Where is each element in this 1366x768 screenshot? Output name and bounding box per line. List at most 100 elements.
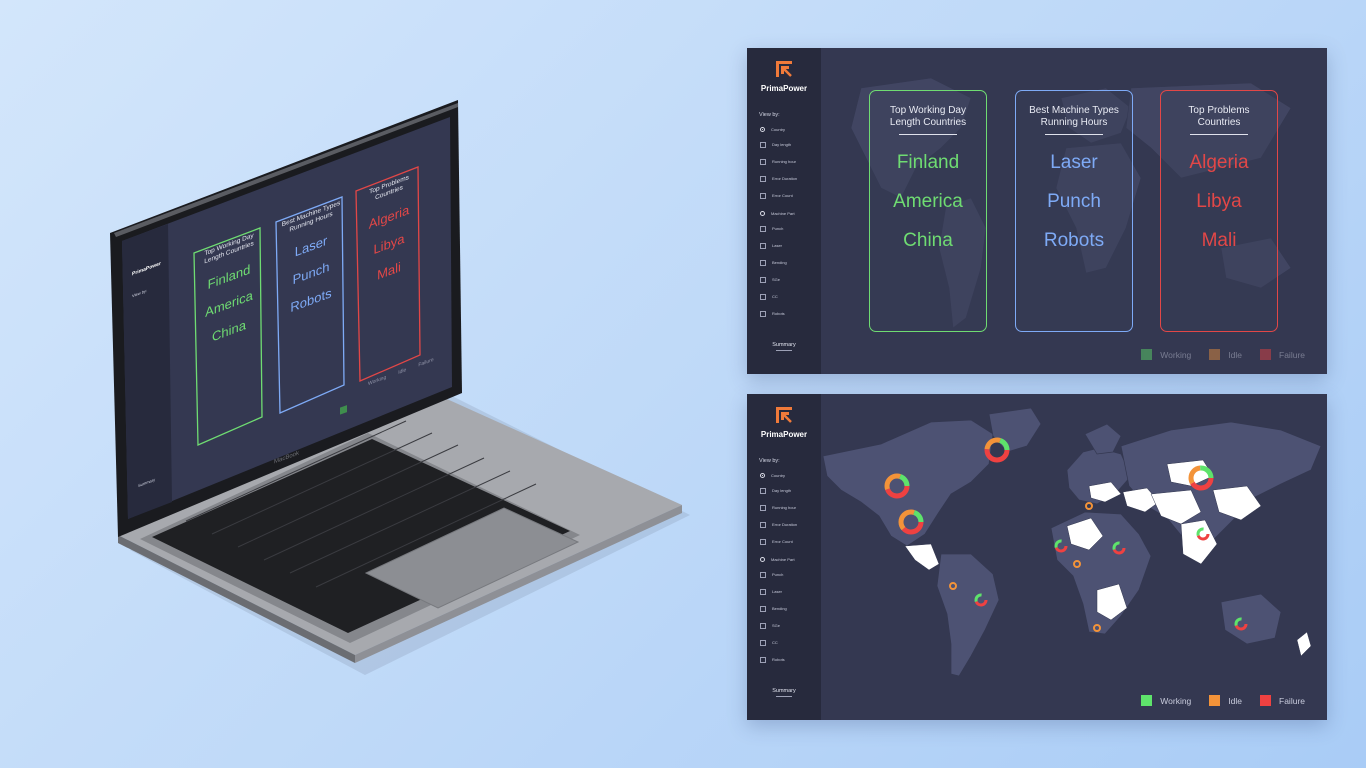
laptop-card-2: Best Machine Types Running Hours Laser Pu…: [278, 198, 344, 320]
summary-link[interactable]: Summary: [747, 342, 821, 351]
option-laser[interactable]: Laser: [760, 242, 782, 249]
card-item: Algeria: [1189, 152, 1249, 173]
legend-idle: Idle: [1209, 349, 1242, 360]
checkbox-icon: [760, 141, 766, 148]
legend-idle: Idle: [1209, 695, 1242, 706]
legend-failure: Failure: [1260, 349, 1305, 360]
card-item: Finland: [896, 152, 960, 173]
checkbox-icon: [760, 538, 766, 545]
option-punch[interactable]: Punch: [760, 225, 783, 232]
card-top-working-day[interactable]: Top Working Day Length Countries Finland …: [869, 90, 987, 332]
region-south-america: [936, 553, 1000, 677]
checkbox-icon: [760, 571, 766, 578]
option-bending[interactable]: Bending: [760, 259, 787, 266]
swatch: [1209, 695, 1221, 706]
radio-icon: [760, 211, 765, 216]
laptop-card-1: Top Working Day Length Countries Finland …: [196, 229, 262, 351]
laptop-screen-brand: PrimaPower: [132, 260, 161, 278]
option-error-duration[interactable]: Error Duration: [760, 175, 797, 182]
dashboard-panel-map: PrimaPower View by: Country Day length R…: [747, 394, 1327, 720]
option-punch[interactable]: Punch: [760, 571, 783, 578]
card-item: America: [893, 191, 963, 212]
dashboard-panel-summary: PrimaPower View by: Country Day length R…: [747, 48, 1327, 374]
brand-name: PrimaPower: [760, 84, 808, 93]
card-divider: [1190, 134, 1248, 135]
option-machine-part[interactable]: Machine Part: [760, 210, 795, 217]
checkbox-icon: [760, 487, 766, 494]
summary-link[interactable]: Summary: [747, 688, 821, 697]
card-item: China: [903, 230, 953, 251]
swatch: [1141, 695, 1153, 706]
option-sge[interactable]: SGe: [760, 622, 780, 629]
checkbox-icon: [760, 656, 766, 663]
option-country[interactable]: Country: [760, 472, 785, 479]
primapower-logo-icon: [776, 407, 792, 423]
checkbox-icon: [760, 639, 766, 646]
checkbox-icon: [760, 588, 766, 595]
radio-icon: [760, 557, 765, 562]
option-running-hour[interactable]: Running hour: [760, 158, 796, 165]
option-running-hour[interactable]: Running hour: [760, 504, 796, 511]
laptop-screen-viewby: View by:: [132, 287, 148, 299]
option-error-count[interactable]: Error Count: [760, 538, 793, 545]
swatch: [1260, 349, 1272, 360]
option-laser[interactable]: Laser: [760, 588, 782, 595]
card-item: Robots: [1043, 230, 1105, 251]
view-by-label: View by:: [759, 112, 780, 118]
option-cc[interactable]: CC: [760, 293, 778, 300]
sidebar: PrimaPower View by: Country Day length R…: [747, 394, 821, 720]
legend-working: Working: [1141, 695, 1191, 706]
region-africa: [1050, 511, 1152, 635]
option-day-length[interactable]: Day length: [760, 141, 791, 148]
swatch: [1209, 349, 1221, 360]
option-country[interactable]: Country: [760, 126, 785, 133]
region-greenland: [988, 407, 1042, 453]
option-machine-part[interactable]: Machine Part: [760, 556, 795, 563]
checkbox-icon: [760, 158, 766, 165]
card-best-machine-types[interactable]: Best Machine Types Running Hours Laser Pu…: [1015, 90, 1133, 332]
world-map: Working Idle Failure: [821, 394, 1327, 720]
card-divider: [1045, 134, 1103, 135]
region-australia: [1220, 593, 1282, 645]
donut-marker: [1085, 502, 1093, 510]
option-day-length[interactable]: Day length: [760, 487, 791, 494]
card-item: Libya: [1196, 191, 1242, 212]
card-item: Laser: [1050, 152, 1098, 173]
option-robots[interactable]: Robots: [760, 310, 785, 317]
option-sge[interactable]: SGe: [760, 276, 780, 283]
checkbox-icon: [760, 259, 766, 266]
brand-name: PrimaPower: [760, 430, 808, 439]
checkbox-icon: [760, 622, 766, 629]
checkbox-icon: [760, 225, 766, 232]
card-divider: [899, 134, 957, 135]
legend-working: Working: [1141, 349, 1191, 360]
checkbox-icon: [760, 192, 766, 199]
region-scandinavia: [1084, 423, 1122, 455]
legend: Working Idle Failure: [1141, 695, 1305, 706]
option-bending[interactable]: Bending: [760, 605, 787, 612]
checkbox-icon: [760, 276, 766, 283]
radio-icon: [760, 127, 765, 132]
option-error-duration[interactable]: Error Duration: [760, 521, 797, 528]
sidebar: PrimaPower View by: Country Day length R…: [747, 48, 821, 374]
card-title: Top Problems Countries: [1188, 105, 1250, 128]
checkbox-icon: [760, 242, 766, 249]
checkbox-icon: [760, 293, 766, 300]
swatch: [1260, 695, 1272, 706]
world-map: Top Working Day Length Countries Finland …: [821, 48, 1327, 374]
card-top-problems[interactable]: Top Problems Countries Algeria Libya Mali: [1160, 90, 1278, 332]
legend-failure: Failure: [1260, 695, 1305, 706]
card-item: Mali: [1201, 230, 1237, 251]
laptop-mockup: PrimaPower View by: Summary Top Working …: [100, 95, 690, 675]
legend: Working Idle Failure: [1141, 349, 1305, 360]
option-error-count[interactable]: Error Count: [760, 192, 793, 199]
region-asia: [1120, 421, 1322, 545]
option-cc[interactable]: CC: [760, 639, 778, 646]
region-highlight: [904, 543, 940, 571]
card-title: Top Working Day Length Countries: [889, 105, 967, 128]
option-robots[interactable]: Robots: [760, 656, 785, 663]
region-highlight: [1296, 631, 1312, 657]
world-map-shapes: [822, 407, 1322, 677]
checkbox-icon: [760, 521, 766, 528]
primapower-logo-icon: [776, 61, 792, 77]
